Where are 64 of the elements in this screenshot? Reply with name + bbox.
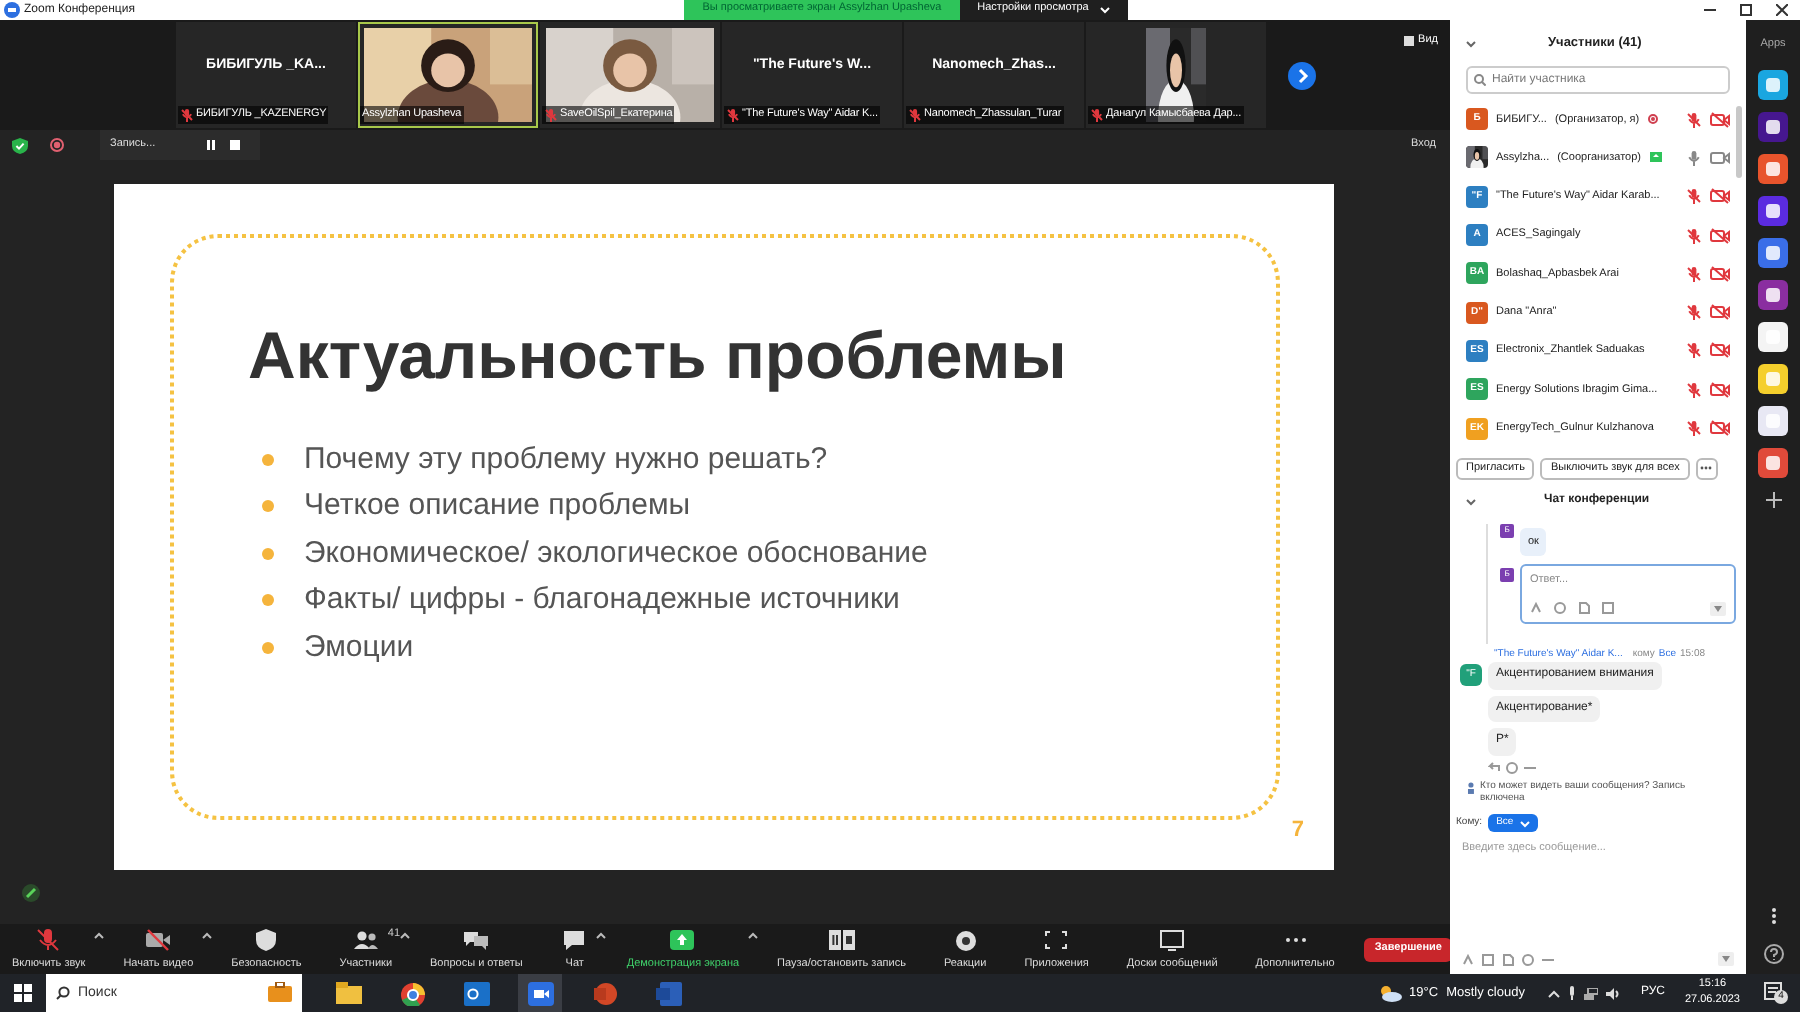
search-icon bbox=[56, 986, 70, 1000]
app-icon[interactable] bbox=[1758, 280, 1788, 311]
app-icon[interactable] bbox=[1758, 196, 1788, 227]
caret-icon bbox=[1519, 819, 1530, 828]
mail-app-icon[interactable] bbox=[463, 981, 489, 1005]
app-icon[interactable] bbox=[1758, 70, 1788, 101]
search-icon bbox=[1474, 74, 1486, 86]
app-icon[interactable] bbox=[1758, 322, 1788, 353]
bullet-text: Эмоции bbox=[304, 627, 414, 667]
bullet-text: Четкое описание проблемы bbox=[304, 486, 691, 526]
folder-icon[interactable] bbox=[335, 981, 361, 1005]
maximize-icon bbox=[1740, 4, 1752, 16]
bullet-icon bbox=[262, 594, 274, 607]
round-app-icon[interactable] bbox=[399, 981, 425, 1005]
bullet-icon bbox=[262, 500, 274, 513]
app-icon[interactable] bbox=[1758, 238, 1788, 269]
add-icon[interactable] bbox=[1765, 492, 1781, 509]
slides-app-icon[interactable] bbox=[591, 981, 617, 1005]
bullet-icon bbox=[262, 641, 274, 654]
send-icon[interactable] bbox=[1710, 601, 1726, 616]
speaker-icon[interactable] bbox=[1606, 987, 1621, 999]
file-icon[interactable] bbox=[1578, 602, 1590, 615]
app-icon[interactable] bbox=[1758, 364, 1788, 395]
bullet-text: Факты/ цифры - благонадежные источники bbox=[304, 580, 900, 620]
help-icon[interactable] bbox=[1763, 944, 1783, 964]
app-icon[interactable] bbox=[1758, 406, 1788, 437]
caret-icon bbox=[1100, 6, 1111, 14]
send-icon[interactable] bbox=[1718, 952, 1734, 966]
pencil-icon[interactable] bbox=[22, 884, 40, 902]
bullet-text: Экономическое/ экологическое обоснование bbox=[304, 533, 928, 573]
document-app-icon[interactable] bbox=[655, 981, 681, 1005]
record-icon bbox=[50, 138, 64, 152]
page-number: 7 bbox=[1291, 815, 1304, 845]
weather-icon bbox=[1377, 984, 1402, 1002]
app-icon[interactable] bbox=[1758, 112, 1788, 143]
caret-icon[interactable] bbox=[201, 931, 212, 939]
app-icon[interactable] bbox=[1758, 154, 1788, 185]
close-icon bbox=[1776, 4, 1788, 16]
shield-icon bbox=[12, 137, 28, 153]
app-icon[interactable] bbox=[1758, 448, 1788, 479]
caret-icon[interactable] bbox=[596, 931, 607, 939]
minimize-icon bbox=[1704, 4, 1716, 16]
briefcase-icon bbox=[268, 982, 292, 1002]
next-page-icon[interactable] bbox=[1288, 61, 1316, 89]
start-icon[interactable] bbox=[14, 984, 32, 1002]
pause-icon[interactable] bbox=[206, 140, 216, 150]
grid-icon bbox=[1404, 35, 1415, 46]
bullet-icon bbox=[262, 453, 274, 466]
caret-icon[interactable] bbox=[747, 931, 758, 939]
more-button[interactable] bbox=[1695, 457, 1718, 480]
bullet-text: Почему эту проблему нужно решать? bbox=[304, 439, 828, 479]
more-icon bbox=[1700, 466, 1713, 471]
caret-icon[interactable] bbox=[93, 931, 104, 939]
scrollbar[interactable] bbox=[1736, 106, 1742, 178]
collapse-icon[interactable] bbox=[1466, 39, 1476, 47]
slide-title: Актуальность проблемы bbox=[248, 322, 1069, 388]
bullet-icon bbox=[262, 547, 274, 560]
caret-icon[interactable] bbox=[1548, 989, 1561, 997]
collapse-icon[interactable] bbox=[1466, 497, 1476, 506]
video-app-icon[interactable] bbox=[527, 981, 553, 1005]
caret-icon[interactable] bbox=[400, 931, 411, 939]
file-icon[interactable] bbox=[1502, 953, 1514, 965]
notifications-icon[interactable] bbox=[1764, 982, 1782, 1000]
reply-icon[interactable] bbox=[1488, 762, 1500, 773]
